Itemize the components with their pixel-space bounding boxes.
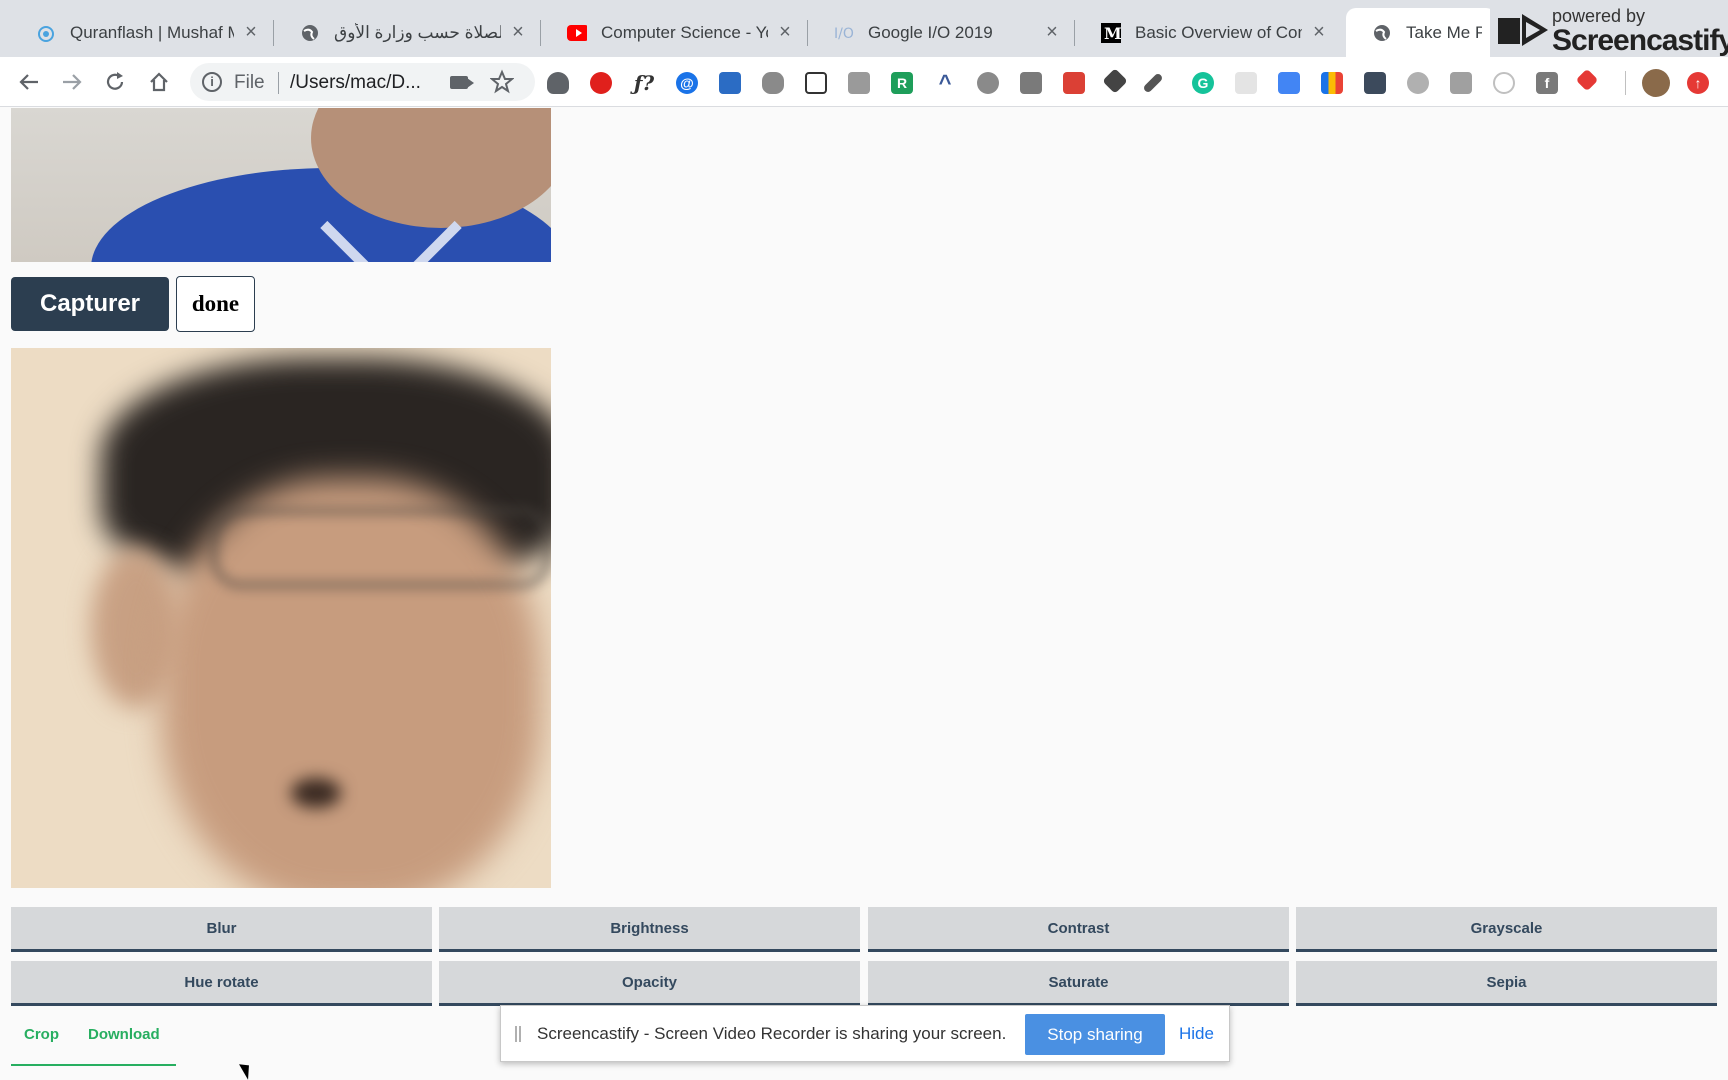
hide-button[interactable]: Hide <box>1179 1024 1214 1044</box>
screencastify-watermark: powered by Screencastify <box>1490 0 1728 57</box>
webcam-video <box>11 108 551 262</box>
layers-extension-icon[interactable] <box>1102 68 1128 94</box>
filter-opacity-button[interactable]: Opacity <box>439 961 860 1006</box>
globe-icon <box>1372 23 1392 43</box>
filter-saturate-button[interactable]: Saturate <box>868 961 1289 1006</box>
capture-button[interactable]: Capturer <box>11 277 169 331</box>
youtube-icon <box>567 23 587 43</box>
tab-medium[interactable]: M Basic Overview of Conv × <box>1075 8 1342 57</box>
lightbulb-extension-icon[interactable] <box>547 72 569 94</box>
filter-hue-rotate-button[interactable]: Hue rotate <box>11 961 432 1006</box>
stop-sharing-button[interactable]: Stop sharing <box>1025 1014 1165 1055</box>
screen-sharing-bar: Screencastify - Screen Video Recorder is… <box>500 1005 1230 1062</box>
chart-extension-icon[interactable] <box>719 72 741 94</box>
tab-title: مواقيت الصلاة حسب وزارة الأوق <box>334 22 501 42</box>
svg-text:M: M <box>1104 24 1121 43</box>
tab-download[interactable]: Download <box>88 1026 160 1043</box>
caret-extension-icon[interactable]: ^ <box>934 70 956 95</box>
tab-take-me-photo[interactable]: Take Me Phot <box>1346 8 1496 57</box>
close-icon[interactable]: × <box>1310 21 1328 44</box>
arrow-right-icon <box>63 74 82 90</box>
opera-block-extension-icon[interactable] <box>590 72 612 94</box>
home-icon <box>150 72 168 92</box>
filter-brightness-button[interactable]: Brightness <box>439 907 860 952</box>
red-arrow-extension-icon[interactable] <box>1575 68 1599 92</box>
browser-toolbar: i File /Users/mac/D... ƒ? @ R ^ G f ↑ <box>0 57 1728 107</box>
close-icon[interactable]: × <box>776 21 794 44</box>
tab-title: Basic Overview of Conv <box>1135 22 1302 42</box>
bookmark-star-icon[interactable] <box>490 66 514 96</box>
tab-title: Computer Science - You <box>601 22 768 42</box>
server-extension-icon[interactable] <box>1364 72 1386 94</box>
filter-sepia-button[interactable]: Sepia <box>1296 961 1717 1006</box>
filter-grayscale-button[interactable]: Grayscale <box>1296 907 1717 952</box>
grammarly-extension-icon[interactable]: G <box>1192 72 1214 94</box>
colorful-bars-extension-icon[interactable] <box>1321 72 1343 94</box>
arrow-left-icon <box>19 74 38 90</box>
screencastify-logo-icon <box>1498 14 1548 46</box>
tab-youtube[interactable]: Computer Science - You × <box>541 8 808 57</box>
drag-handle-icon[interactable] <box>515 1026 521 1042</box>
video-extension-icon[interactable] <box>1450 72 1472 94</box>
browser-tab-strip: Quranflash | Mushaf Me × مواقيت الصلاة ح… <box>0 0 1728 57</box>
captured-photo <box>11 348 551 888</box>
facebook-extension-icon[interactable]: f <box>1536 72 1558 94</box>
tab-title: Google I/O 2019 <box>868 22 993 42</box>
svg-text:I/O: I/O <box>834 26 854 42</box>
tab-quranflash[interactable]: Quranflash | Mushaf Me × <box>10 8 274 57</box>
brush-extension-icon[interactable] <box>762 72 784 94</box>
close-icon[interactable]: × <box>1043 21 1061 44</box>
forward-button[interactable] <box>57 67 87 97</box>
timer-extension-icon[interactable] <box>1493 72 1515 94</box>
close-icon[interactable]: × <box>509 21 527 44</box>
eyedropper-extension-icon[interactable] <box>1142 72 1164 94</box>
medium-icon: M <box>1101 22 1121 43</box>
mouse-cursor-icon <box>239 1060 255 1080</box>
sharing-message: Screencastify - Screen Video Recorder is… <box>537 1024 1007 1043</box>
filter-blur-button[interactable]: Blur <box>11 907 432 952</box>
home-button[interactable] <box>144 67 174 97</box>
camera-extension-icon[interactable] <box>848 72 870 94</box>
todoist-extension-icon[interactable] <box>1063 72 1085 94</box>
camera-in-use-icon[interactable] <box>450 76 468 89</box>
tab-title: Take Me Phot <box>1406 22 1482 42</box>
info-icon[interactable]: i <box>202 72 222 92</box>
back-button[interactable] <box>14 67 44 97</box>
blank-extension-icon[interactable] <box>1235 72 1257 94</box>
active-tab-underline <box>11 1064 176 1066</box>
google-io-icon: I/O <box>834 23 854 43</box>
at-sign-extension-icon[interactable]: @ <box>676 72 698 94</box>
quranflash-icon <box>36 23 56 43</box>
google-translate-extension-icon[interactable] <box>1278 72 1300 94</box>
scheme-label: File <box>234 72 265 93</box>
tab-google-io[interactable]: I/O Google I/O 2019 × <box>808 8 1075 57</box>
tab-prayer-times[interactable]: مواقيت الصلاة حسب وزارة الأوق × <box>274 8 541 57</box>
update-arrow-icon[interactable]: ↑ <box>1687 72 1709 94</box>
filter-contrast-button[interactable]: Contrast <box>868 907 1289 952</box>
tab-title: Quranflash | Mushaf Me <box>70 22 234 42</box>
png-extension-icon[interactable] <box>1020 72 1042 94</box>
address-bar[interactable]: i File /Users/mac/D... <box>190 63 535 101</box>
globe-icon <box>300 23 320 43</box>
url-text[interactable]: /Users/mac/D... <box>290 72 421 94</box>
page-content: Capturer done Blur Brightness Contrast G… <box>0 108 1728 1080</box>
r-extension-icon[interactable]: R <box>891 72 913 94</box>
close-icon[interactable]: × <box>242 21 260 44</box>
tab-crop[interactable]: Crop <box>24 1026 59 1043</box>
gray-circle-extension-icon[interactable] <box>1407 72 1429 94</box>
profile-avatar[interactable] <box>1642 69 1670 97</box>
reload-icon <box>106 72 124 90</box>
fullscreen-capture-extension-icon[interactable] <box>805 72 827 94</box>
screencastify-name: Screencastify <box>1552 24 1728 57</box>
reload-button[interactable] <box>100 67 130 97</box>
gear-extension-icon[interactable] <box>977 72 999 94</box>
formula-extension-icon[interactable]: ƒ? <box>633 71 655 95</box>
done-button[interactable]: done <box>176 276 255 332</box>
